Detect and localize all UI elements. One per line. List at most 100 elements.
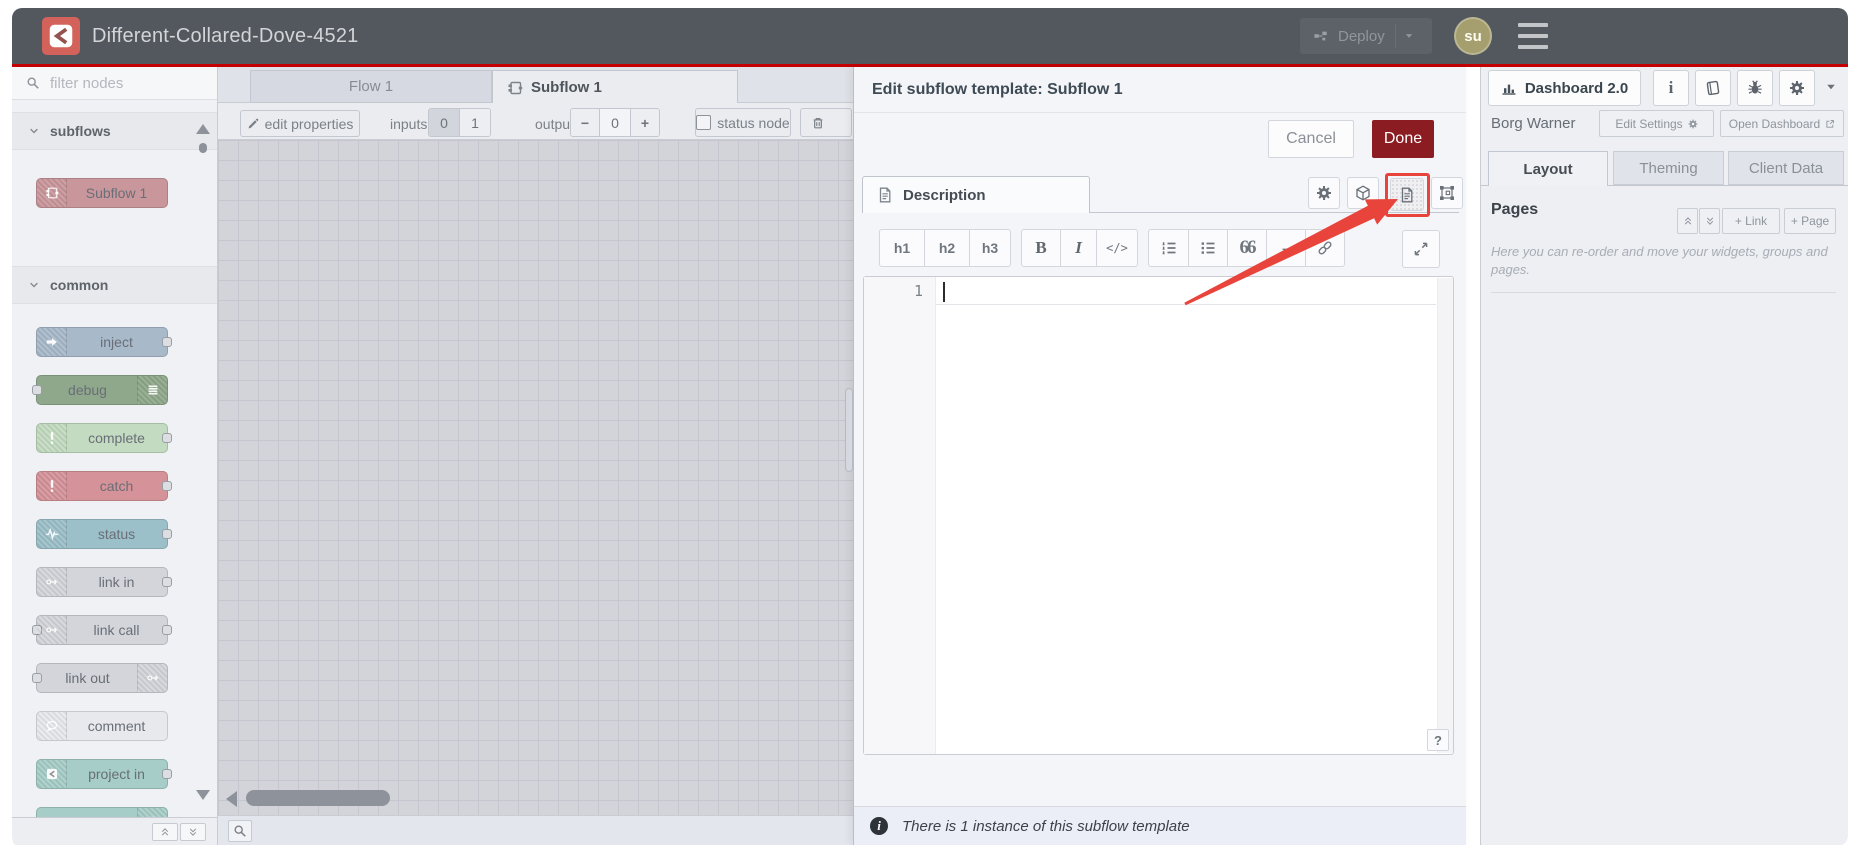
deploy-options-caret-icon[interactable] — [1404, 31, 1414, 41]
properties-pane-button[interactable] — [1308, 177, 1340, 209]
node-red-window: Different-Collared-Dove-4521 Deploy su s… — [0, 0, 1856, 851]
palette-scrollbar-thumb[interactable] — [199, 143, 207, 153]
double-chevron-down-icon — [1705, 216, 1715, 226]
tab-description[interactable]: Description — [862, 176, 1090, 213]
sidebar-help-button[interactable] — [1695, 70, 1731, 106]
palette-node-comment[interactable]: comment — [36, 711, 168, 741]
hr-button[interactable]: – — [1266, 229, 1306, 267]
tab-client-data[interactable]: Client Data — [1728, 151, 1844, 185]
tab-label: Description — [903, 186, 986, 204]
cancel-button[interactable]: Cancel — [1268, 120, 1354, 158]
palette-node-debug[interactable]: debug — [32, 375, 168, 405]
node-palette: subflows Subflow 1 common inject debug comple… — [12, 67, 218, 845]
palette-footer — [12, 817, 217, 845]
edit-settings-button[interactable]: Edit Settings — [1599, 110, 1714, 137]
inputs-option-0[interactable]: 0 — [429, 109, 459, 136]
sidebar-info-button[interactable]: i — [1653, 70, 1689, 106]
node-red-mark-icon — [137, 808, 167, 817]
description-editor[interactable]: 1 ? — [863, 276, 1454, 755]
link-button[interactable] — [1305, 229, 1345, 267]
tab-subflow-1[interactable]: Subflow 1 — [492, 70, 738, 104]
palette-node-label: catch — [99, 478, 134, 494]
heading3-button[interactable]: h3 — [969, 229, 1011, 267]
scroll-left-arrow[interactable] — [226, 791, 237, 807]
open-dashboard-button[interactable]: Open Dashboard — [1720, 110, 1844, 137]
exclamation-icon — [37, 472, 67, 500]
palette-node-link-out[interactable]: link out — [32, 663, 168, 693]
palette-node-catch[interactable]: catch — [36, 471, 172, 501]
user-avatar[interactable]: su — [1454, 17, 1492, 55]
main-menu-button[interactable] — [1518, 23, 1548, 49]
done-button[interactable]: Done — [1372, 120, 1434, 158]
outputs-value[interactable]: 0 — [599, 109, 630, 136]
tab-layout[interactable]: Layout — [1488, 151, 1608, 186]
tab-dashboard-2[interactable]: Dashboard 2.0 — [1488, 70, 1641, 106]
module-pane-button[interactable] — [1347, 177, 1379, 209]
status-node-checkbox[interactable]: status node — [695, 108, 791, 137]
italic-button[interactable]: I — [1060, 229, 1097, 267]
deploy-label: Deploy — [1338, 27, 1385, 45]
quote-button[interactable]: 66 — [1227, 229, 1267, 267]
zoom-search-button[interactable] — [228, 820, 252, 842]
add-link-button[interactable]: + Link — [1722, 208, 1780, 234]
move-page-down-button[interactable] — [1699, 208, 1720, 234]
palette-scroll-up-arrow[interactable] — [196, 124, 210, 134]
sidebar-more-caret-icon[interactable] — [1825, 81, 1837, 93]
description-icon — [1399, 187, 1415, 203]
deploy-button[interactable]: Deploy — [1300, 18, 1432, 54]
edit-properties-button[interactable]: edit properties — [240, 110, 360, 137]
move-page-up-button[interactable] — [1677, 208, 1698, 234]
palette-node-status[interactable]: status — [36, 519, 172, 549]
checkbox-icon — [696, 115, 712, 130]
palette-node-project-in[interactable]: project in — [36, 759, 172, 789]
palette-node-link-call[interactable]: link call — [32, 615, 172, 645]
expand-editor-button[interactable] — [1402, 230, 1440, 268]
palette-section-label: common — [50, 277, 109, 293]
tray-resize-handle[interactable] — [845, 388, 853, 472]
right-sidebar: Dashboard 2.0 i Borg Warner Edit Setting… — [1480, 67, 1848, 845]
editor-help-button[interactable]: ? — [1427, 729, 1449, 751]
palette-section-subflows[interactable]: subflows — [12, 112, 217, 150]
palette-node-link-in[interactable]: link in — [36, 567, 172, 597]
palette-section-common[interactable]: common — [12, 266, 217, 304]
sidebar-debug-button[interactable] — [1737, 70, 1773, 106]
edit-settings-label: Edit Settings — [1615, 116, 1683, 131]
outputs-increment-button[interactable]: + — [630, 109, 659, 136]
palette-node-complete[interactable]: complete — [36, 423, 172, 453]
line-number: 1 — [913, 282, 923, 300]
horizontal-scrollbar-thumb[interactable] — [246, 790, 390, 806]
pages-section-title: Pages — [1491, 201, 1539, 218]
chevron-down-icon — [28, 125, 40, 137]
palette-search-input[interactable] — [48, 73, 182, 93]
palette-node-inject[interactable]: inject — [36, 327, 172, 357]
add-page-button[interactable]: + Page — [1784, 208, 1836, 234]
collapse-all-categories-button[interactable] — [152, 823, 178, 841]
description-pane-button[interactable] — [1390, 178, 1424, 211]
description-icon — [877, 187, 893, 203]
link-chain-icon — [1317, 240, 1333, 256]
inputs-option-1[interactable]: 1 — [459, 109, 490, 136]
cube-icon — [1355, 185, 1371, 201]
ordered-list-button[interactable] — [1148, 229, 1189, 267]
heading1-button[interactable]: h1 — [879, 229, 925, 267]
bold-button[interactable]: B — [1021, 229, 1061, 267]
sidebar-config-button[interactable] — [1779, 70, 1815, 106]
heading2-button[interactable]: h2 — [924, 229, 970, 267]
outputs-decrement-button[interactable]: − — [571, 109, 599, 136]
editor-scrollbar[interactable] — [1437, 278, 1453, 753]
instance-count-text: There is 1 instance of this subflow temp… — [902, 817, 1190, 835]
code-button[interactable]: </> — [1096, 229, 1138, 267]
double-chevron-up-icon — [160, 827, 170, 837]
unordered-list-button[interactable] — [1188, 229, 1228, 267]
tab-theming[interactable]: Theming — [1613, 151, 1724, 185]
palette-node-subflow-1[interactable]: Subflow 1 — [36, 178, 168, 208]
palette-node-label: link out — [65, 670, 110, 686]
delete-subflow-button[interactable] — [800, 108, 852, 137]
palette-node-project-out[interactable]: project out — [36, 807, 168, 817]
expand-all-categories-button[interactable] — [180, 823, 206, 841]
palette-scroll-down-arrow[interactable] — [196, 790, 210, 800]
appearance-pane-button[interactable] — [1431, 177, 1463, 209]
tab-flow-1[interactable]: Flow 1 — [250, 70, 492, 103]
palette-search[interactable] — [12, 67, 217, 100]
flow-canvas[interactable] — [218, 140, 853, 845]
